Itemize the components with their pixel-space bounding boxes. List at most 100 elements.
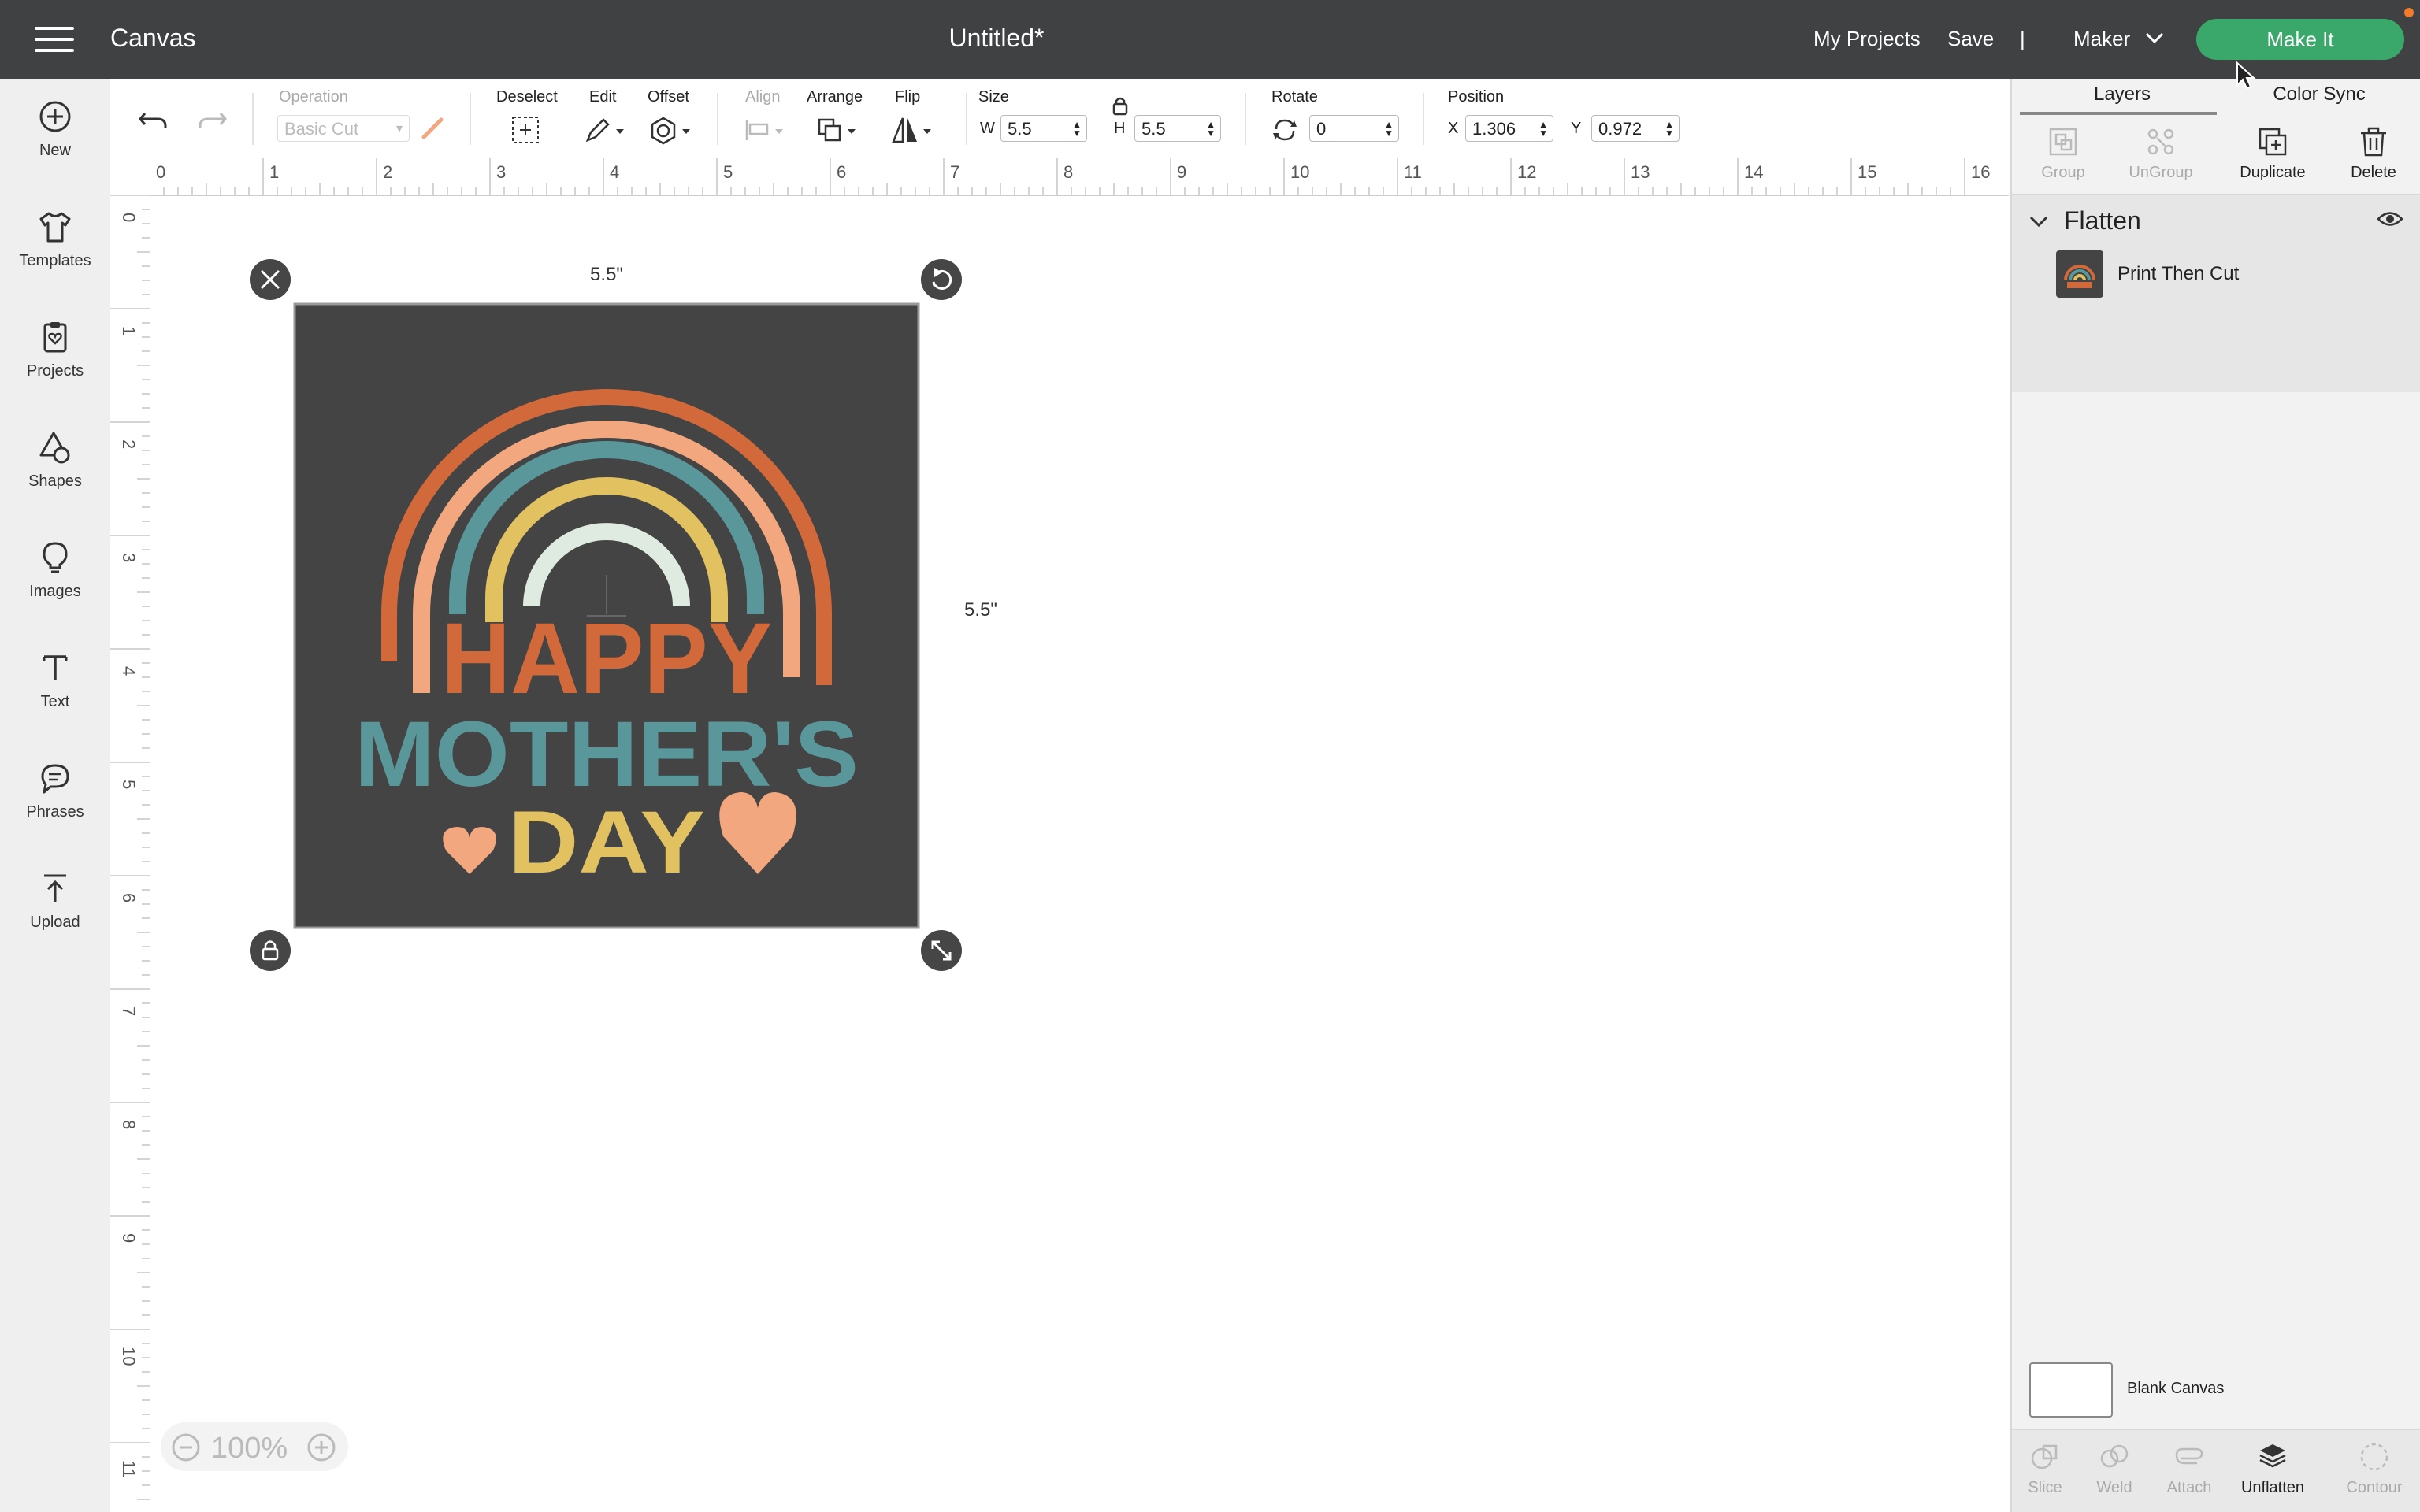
zoom-out-icon[interactable]: [172, 1433, 200, 1462]
delete-handle[interactable]: [250, 259, 291, 300]
edit-label: Edit: [589, 88, 617, 106]
position-label: Position: [1448, 88, 1505, 106]
sidebar-item-templates[interactable]: Templates: [0, 209, 110, 270]
position-y-input[interactable]: 0.972 ▲ ▼: [1591, 115, 1680, 142]
flip-icon[interactable]: [890, 115, 937, 145]
layer-group[interactable]: Flatten Print Then Cut: [2012, 195, 2420, 392]
left-sidebar: New Templates Projects Shapes Images Tex…: [0, 79, 112, 1512]
rotate-value: 0: [1316, 119, 1327, 139]
zoom-control: 100%: [161, 1422, 348, 1471]
sidebar-item-text[interactable]: Text: [0, 650, 110, 711]
ruler-label: 3: [496, 162, 506, 182]
rotate-handle[interactable]: [921, 259, 962, 300]
group-button[interactable]: Group: [2020, 126, 2106, 182]
make-it-button[interactable]: Make It: [2196, 19, 2404, 60]
mouse-cursor-icon: [2236, 61, 2256, 90]
rotate-icon[interactable]: [1271, 117, 1298, 143]
eye-icon[interactable]: [2376, 208, 2404, 230]
deselect-icon[interactable]: [510, 115, 540, 145]
lock-handle[interactable]: [250, 930, 291, 971]
align-icon[interactable]: [744, 115, 788, 145]
arrange-icon[interactable]: [816, 115, 863, 145]
sidebar-item-images[interactable]: Images: [0, 540, 110, 601]
sidebar-item-shapes[interactable]: Shapes: [0, 430, 110, 491]
delete-label: Delete: [2351, 164, 2396, 181]
stepper-icon[interactable]: ▲ ▼: [1538, 120, 1548, 138]
position-y-value: 0.972: [1598, 119, 1642, 139]
stepper-icon[interactable]: ▲ ▼: [1665, 120, 1674, 138]
unflatten-layers-icon: [2259, 1444, 2286, 1468]
delete-button[interactable]: Delete: [2330, 126, 2417, 182]
stepper-icon[interactable]: ▲ ▼: [1206, 120, 1216, 138]
design-canvas[interactable]: 5.5" 5.5" HAPPY MOTHER'S DAY: [150, 195, 2009, 1512]
pen-color-swatch-icon[interactable]: [419, 115, 446, 142]
ruler-label: 7: [950, 162, 959, 182]
rotate-label: Rotate: [1271, 88, 1318, 106]
slice-button[interactable]: Slice: [2015, 1441, 2075, 1497]
top-bar: Canvas Untitled* My Projects Save | Make…: [0, 0, 2420, 79]
chevron-down-icon[interactable]: [2028, 211, 2050, 233]
align-label: Align: [745, 88, 781, 106]
ungroup-button[interactable]: UnGroup: [2110, 126, 2212, 182]
document-title[interactable]: Untitled*: [0, 24, 1993, 53]
horizontal-ruler: 0 1 2 3 4 5 6 7 8 9 10 11 12 13 14 15 16: [150, 158, 2009, 196]
deselect-label: Deselect: [496, 88, 558, 106]
sidebar-item-phrases[interactable]: Phrases: [0, 761, 110, 821]
size-label: Size: [978, 88, 1009, 106]
sidebar-item-new[interactable]: New: [0, 99, 110, 160]
ruler-label: 15: [1858, 162, 1876, 182]
sidebar-item-label: Phrases: [26, 803, 84, 821]
tab-layers[interactable]: Layers: [2020, 83, 2225, 106]
ruler-label: 5: [723, 162, 733, 182]
unflatten-button[interactable]: Unflatten: [2229, 1441, 2316, 1497]
machine-selector[interactable]: Maker: [2073, 27, 2130, 51]
ruler-label: 2: [119, 439, 139, 449]
blank-canvas-swatch[interactable]: [2029, 1362, 2113, 1418]
chevron-down-icon[interactable]: [2144, 30, 2165, 46]
width-value: 5.5: [1008, 119, 1032, 139]
sidebar-item-upload[interactable]: Upload: [0, 871, 110, 932]
my-projects-link[interactable]: My Projects: [1813, 27, 1921, 51]
weld-label: Weld: [2096, 1479, 2132, 1496]
vertical-ruler: 0 1 2 3 4 5 6 7 8 9 10 11: [110, 195, 150, 1512]
offset-icon[interactable]: [648, 115, 695, 145]
operation-value: Basic Cut: [284, 119, 359, 139]
position-x-input[interactable]: 1.306 ▲ ▼: [1465, 115, 1553, 142]
layers-panel: Layers Color Sync Group UnGroup Duplicat…: [2010, 79, 2420, 1512]
operation-label: Operation: [279, 88, 348, 106]
attach-button[interactable]: Attach: [2157, 1441, 2221, 1497]
sidebar-item-projects[interactable]: Projects: [0, 320, 110, 380]
duplicate-label: Duplicate: [2240, 164, 2306, 181]
sidebar-item-label: Text: [40, 693, 70, 710]
operation-select[interactable]: Basic Cut ▾: [277, 115, 410, 142]
arrange-label: Arrange: [807, 88, 863, 106]
weld-button[interactable]: Weld: [2084, 1441, 2144, 1497]
stepper-icon[interactable]: ▲ ▼: [1072, 120, 1082, 138]
contour-label: Contour: [2346, 1479, 2403, 1496]
save-button[interactable]: Save: [1947, 27, 1994, 51]
position-x-value: 1.306: [1472, 119, 1516, 139]
stepper-icon[interactable]: ▲ ▼: [1384, 120, 1394, 138]
ruler-label: 4: [610, 162, 619, 182]
trash-icon: [2361, 127, 2386, 157]
width-input[interactable]: 5.5 ▲ ▼: [1000, 115, 1087, 142]
redo-icon[interactable]: [197, 106, 228, 132]
header-divider: |: [2020, 27, 2025, 50]
height-dimension-label: 5.5": [964, 599, 997, 621]
height-input[interactable]: 5.5 ▲ ▼: [1134, 115, 1221, 142]
slice-label: Slice: [2028, 1479, 2062, 1496]
undo-icon[interactable]: [137, 106, 169, 132]
rotate-input[interactable]: 0 ▲ ▼: [1309, 115, 1399, 142]
resize-handle[interactable]: [921, 930, 962, 971]
design-image[interactable]: HAPPY MOTHER'S DAY: [293, 302, 920, 929]
sidebar-item-label: Projects: [26, 362, 84, 380]
lock-ratio-icon[interactable]: [1109, 94, 1131, 117]
ruler-label: 7: [119, 1006, 139, 1016]
sidebar-item-label: Images: [29, 583, 81, 600]
edit-pencil-icon[interactable]: [583, 115, 627, 145]
ungroup-label: UnGroup: [2129, 164, 2193, 181]
contour-button[interactable]: Contour: [2335, 1441, 2414, 1497]
height-label: H: [1114, 120, 1126, 137]
zoom-in-icon[interactable]: [307, 1433, 336, 1462]
duplicate-button[interactable]: Duplicate: [2221, 126, 2324, 182]
